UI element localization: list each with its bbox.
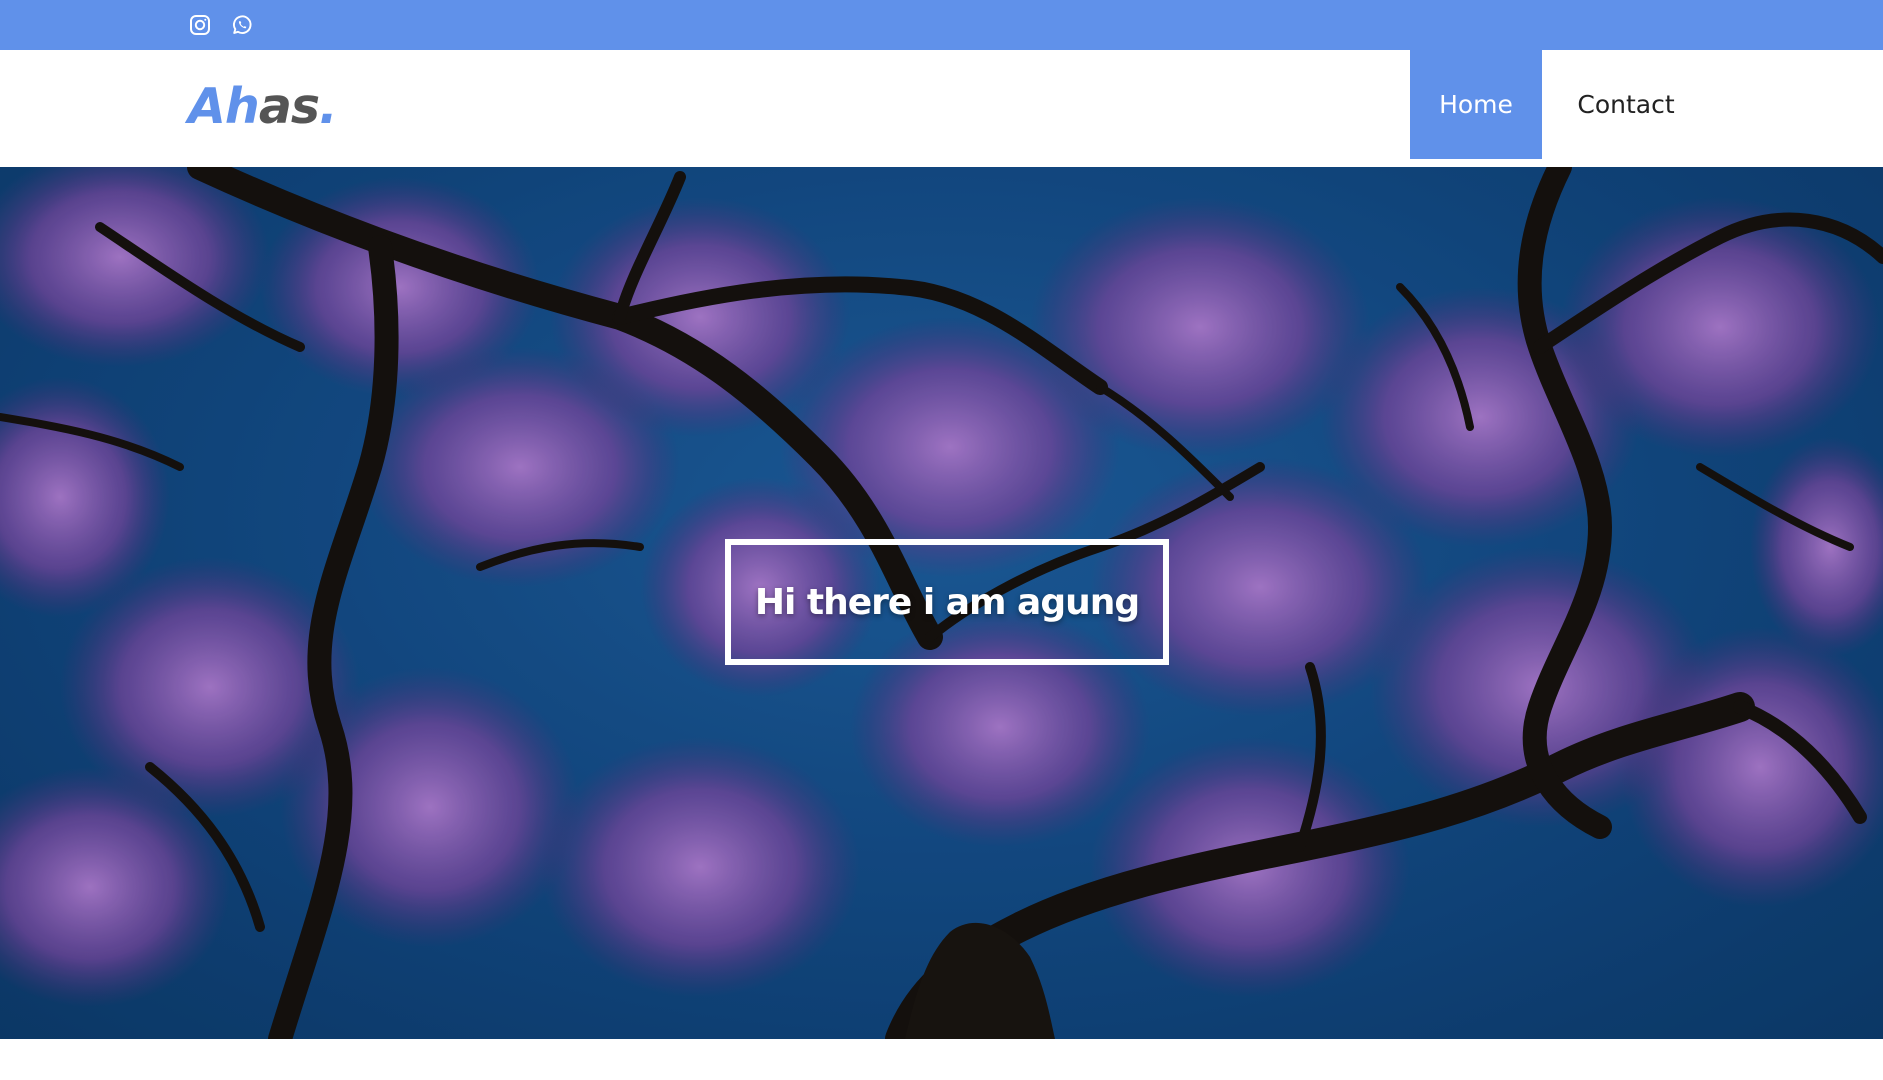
hero-title: Hi there i am agung (754, 581, 1140, 623)
whatsapp-link[interactable] (229, 12, 255, 38)
site-logo[interactable]: Ah as. (188, 72, 338, 142)
instagram-link[interactable] (187, 12, 213, 38)
nav-contact[interactable]: Contact (1542, 50, 1710, 159)
instagram-icon (190, 15, 210, 35)
site-header: Ah as. Home Contact (0, 50, 1883, 167)
nav-home[interactable]: Home (1410, 50, 1542, 159)
hero-banner: Hi there i am agung (0, 167, 1883, 1039)
top-bar (0, 0, 1883, 50)
hero-title-box: Hi there i am agung (725, 539, 1169, 665)
page-bottom (0, 1039, 1883, 1080)
whatsapp-icon (233, 15, 252, 34)
